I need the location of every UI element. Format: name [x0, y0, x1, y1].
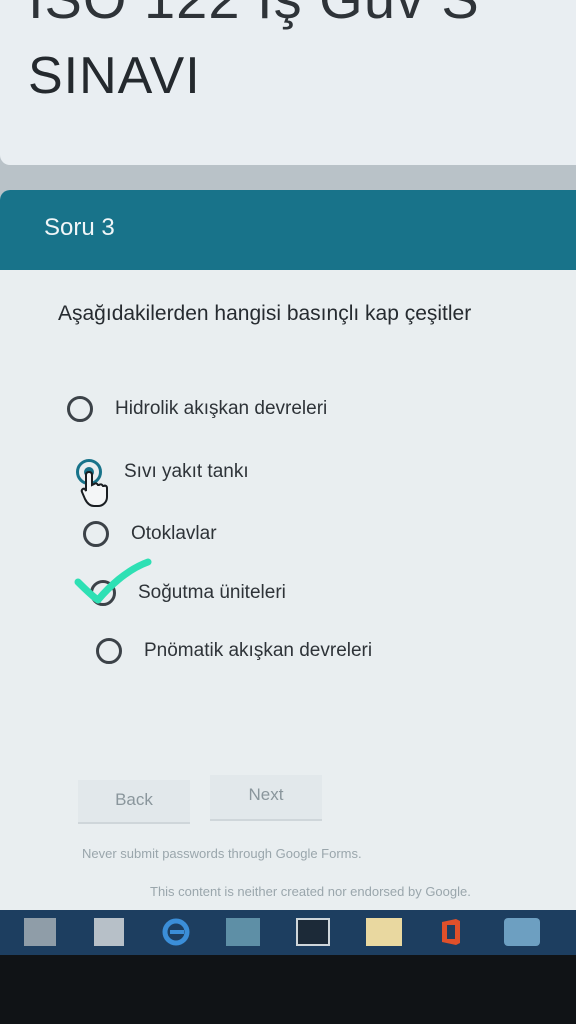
option-label: Pnömatik akışkan devreleri	[144, 640, 373, 661]
password-warning: Never submit passwords through Google Fo…	[82, 846, 362, 861]
file-explorer-icon[interactable]	[24, 918, 56, 946]
form-header: ISO 122 İş Güv S SINAVI	[0, 0, 576, 165]
option-label: Soğutma üniteleri	[138, 582, 286, 603]
office-icon[interactable]	[436, 918, 466, 946]
app-icon[interactable]	[366, 918, 402, 946]
window-icon[interactable]	[296, 918, 330, 946]
option-otoklavlar[interactable]: Otoklavlar	[83, 521, 217, 547]
option-label: Hidrolik akışkan devreleri	[115, 398, 328, 419]
option-pnomatik[interactable]: Pnömatik akışkan devreleri	[96, 638, 372, 664]
app-icon[interactable]	[504, 918, 540, 946]
google-disclaimer: This content is neither created nor endo…	[150, 884, 471, 899]
question-text: Aşağıdakilerden hangisi basınçlı kap çeş…	[58, 302, 472, 325]
hand-cursor-icon	[80, 470, 108, 507]
option-label: Otoklavlar	[131, 523, 217, 544]
radio-button[interactable]	[96, 638, 122, 664]
form-title-partial: ISO 122 İş Güv S	[28, 0, 480, 31]
radio-button[interactable]	[83, 521, 109, 547]
form-title: SINAVI	[28, 47, 201, 105]
internet-explorer-icon[interactable]	[160, 918, 192, 946]
section-header: Soru 3	[0, 190, 576, 270]
option-hidrolik[interactable]: Hidrolik akışkan devreleri	[67, 396, 327, 422]
radio-button[interactable]	[67, 396, 93, 422]
section-title: Soru 3	[44, 214, 115, 241]
checkmark-icon	[74, 558, 152, 604]
next-button[interactable]: Next	[210, 775, 322, 821]
app-icon[interactable]	[226, 918, 260, 946]
app-icon[interactable]	[94, 918, 124, 946]
taskbar	[0, 910, 576, 955]
monitor-bezel	[0, 955, 576, 1024]
option-label: Sıvı yakıt tankı	[124, 461, 249, 482]
back-button[interactable]: Back	[78, 780, 190, 824]
